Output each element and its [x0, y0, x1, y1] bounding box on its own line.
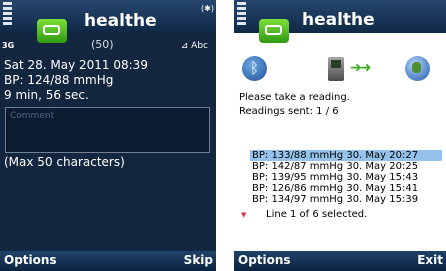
- reading-date: Sat 28. May 2011 08:39: [4, 58, 148, 72]
- comment-input[interactable]: Comment: [5, 107, 210, 153]
- transfer-arrows-icon: ➜➜: [350, 60, 372, 76]
- bluetooth-icon: ᛒ: [242, 56, 267, 81]
- network-type-label: 3G: [2, 41, 15, 50]
- selection-status: Line 1 of 6 selected.: [266, 209, 368, 220]
- readings-list: BP: 133/88 mmHg 30. May 20:27 BP: 142/87…: [250, 150, 442, 205]
- skip-softkey[interactable]: Skip: [184, 253, 213, 267]
- options-softkey[interactable]: Options: [4, 253, 57, 267]
- app-title: healthe: [84, 11, 157, 31]
- comment-placeholder: Comment: [10, 111, 55, 121]
- input-mode-indicator: ⊿ Abc: [180, 41, 208, 51]
- phone-screen-readings: 3.5G healthe ᛒ ➜➜ Please take a reading.…: [234, 0, 446, 271]
- options-softkey[interactable]: Options: [238, 253, 291, 267]
- phone-screen-comment: 3G (✱) healthe (50) ⊿ Abc Sat 28. May 20…: [0, 0, 216, 271]
- scroll-indicator-icon: ▼: [241, 211, 247, 219]
- globe-server-icon: [405, 56, 430, 81]
- list-item[interactable]: BP: 126/86 mmHg 30. May 15:41: [250, 183, 442, 194]
- reading-summary: Sat 28. May 2011 08:39 BP: 124/88 mmHg 9…: [4, 58, 148, 103]
- app-icon: [259, 19, 289, 43]
- list-item[interactable]: BP: 133/88 mmHg 30. May 20:27: [250, 150, 442, 161]
- exit-softkey[interactable]: Exit: [417, 253, 443, 267]
- list-item[interactable]: BP: 139/95 mmHg 30. May 15:43: [250, 172, 442, 183]
- reading-duration: 9 min, 56 sec.: [4, 88, 89, 102]
- signal-strength-icon: [3, 2, 12, 27]
- instruction-text: Please take a reading.: [239, 92, 350, 103]
- signal-strength-icon: [237, 2, 246, 27]
- app-icon: [37, 19, 67, 43]
- connection-status: ᛒ ➜➜: [234, 56, 446, 86]
- message-count: (50): [91, 38, 114, 51]
- app-title: healthe: [302, 10, 375, 30]
- reading-bp: BP: 124/88 mmHg: [4, 73, 114, 87]
- network-type-label: 3.5G: [236, 36, 255, 44]
- list-item[interactable]: BP: 142/87 mmHg 30. May 20:25: [250, 161, 442, 172]
- phone-device-icon: [328, 57, 344, 81]
- bluetooth-icon: (✱): [201, 4, 214, 13]
- list-item[interactable]: BP: 134/97 mmHg 30. May 15:39: [250, 194, 442, 205]
- max-length-note: (Max 50 characters): [4, 155, 125, 169]
- readings-sent-status: Readings sent: 1 / 6: [239, 106, 339, 117]
